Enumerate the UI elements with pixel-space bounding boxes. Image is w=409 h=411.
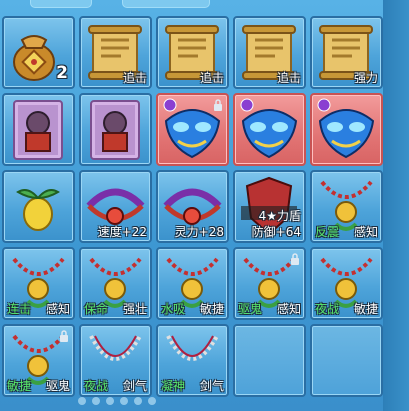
inventory-slot-blue-mask[interactable]	[310, 93, 383, 166]
inventory-slot-amulet[interactable]: 驱鬼 感知	[233, 247, 306, 320]
monster-card-icon	[90, 100, 140, 160]
inventory-slot-blue-mask[interactable]	[156, 93, 229, 166]
item-attribute-label: 剑气	[199, 379, 224, 393]
item-special-label: 连击	[7, 302, 32, 316]
blue-mask-icon	[240, 98, 298, 159]
item-special-label: 反震	[315, 225, 340, 239]
item-attribute-label: 灵力+28	[174, 225, 224, 239]
item-attribute-label: 敏捷	[353, 302, 378, 316]
inventory-slot-monster-card[interactable]	[79, 93, 152, 166]
inventory-slot-empty[interactable]	[233, 324, 306, 397]
inventory-slot-amulet[interactable]: 敏捷 驱鬼	[2, 324, 75, 397]
item-special-label: 夜战	[315, 302, 340, 316]
inventory-slot-shield-badge[interactable]: 4★力盾防御+64	[233, 170, 306, 243]
item-attribute-label: 强壮	[122, 302, 147, 316]
inventory-slot-scroll[interactable]: 强力	[310, 16, 383, 89]
top-tab-center[interactable]	[122, 0, 210, 8]
inventory-slot-golden-fruit[interactable]	[2, 170, 75, 243]
item-badge: 4★力盾	[258, 209, 301, 223]
lock-icon	[214, 99, 222, 111]
inventory-slot-scroll[interactable]: 追击	[156, 16, 229, 89]
item-attribute-label: 防御+64	[251, 225, 301, 239]
inventory-slot-lucky-bag[interactable]: 2	[2, 16, 75, 89]
lock-icon	[291, 253, 299, 265]
inventory-slot-chain[interactable]: 凝神 剑气	[156, 324, 229, 397]
inventory-slot-amulet[interactable]: 保命 强壮	[79, 247, 152, 320]
inventory-slot-scroll[interactable]: 追击	[79, 16, 152, 89]
item-attribute-label: 追击	[199, 71, 224, 85]
inventory-slot-chain[interactable]: 夜战 剑气	[79, 324, 152, 397]
inventory-slot-demon-necklace[interactable]: 灵力+28	[156, 170, 229, 243]
page-dots	[78, 390, 162, 409]
item-special-label: 驱鬼	[238, 302, 263, 316]
inventory-slot-blue-mask[interactable]	[233, 93, 306, 166]
item-attribute-label: 驱鬼	[45, 379, 70, 393]
item-attribute-label: 感知	[45, 302, 70, 316]
item-special-label: 凝神	[161, 379, 186, 393]
blue-mask-icon	[317, 98, 375, 159]
inventory-panel: 2 追击 追击 追击 强力 速度+22 灵力+28 4★力盾 防御+64 反震 感知 连击 感知 保命 强壮…	[0, 0, 409, 411]
lock-icon	[60, 330, 68, 342]
inventory-slot-empty[interactable]	[310, 324, 383, 397]
top-tab-left[interactable]	[30, 0, 92, 8]
item-count: 2	[56, 63, 68, 83]
inventory-slot-amulet[interactable]: 水吸 敏捷	[156, 247, 229, 320]
item-special-label: 保命	[84, 302, 109, 316]
item-attribute-label: 追击	[122, 71, 147, 85]
inventory-slot-amulet[interactable]: 反震 感知	[310, 170, 383, 243]
item-attribute-label: 速度+22	[97, 225, 147, 239]
inventory-slot-amulet[interactable]: 连击 感知	[2, 247, 75, 320]
item-special-label: 敏捷	[7, 379, 32, 393]
item-attribute-label: 强力	[353, 71, 378, 85]
inventory-slot-demon-necklace[interactable]: 速度+22	[79, 170, 152, 243]
item-attribute-label: 敏捷	[199, 302, 224, 316]
golden-fruit-icon	[16, 189, 60, 231]
monster-card-icon	[13, 100, 63, 160]
item-attribute-label: 感知	[276, 302, 301, 316]
scrollbar[interactable]	[383, 0, 409, 411]
inventory-slot-amulet[interactable]: 夜战 敏捷	[310, 247, 383, 320]
item-special-label: 水吸	[161, 302, 186, 316]
item-attribute-label: 追击	[276, 71, 301, 85]
inventory-slot-scroll[interactable]: 追击	[233, 16, 306, 89]
item-attribute-label: 感知	[353, 225, 378, 239]
inventory-slot-monster-card[interactable]	[2, 93, 75, 166]
